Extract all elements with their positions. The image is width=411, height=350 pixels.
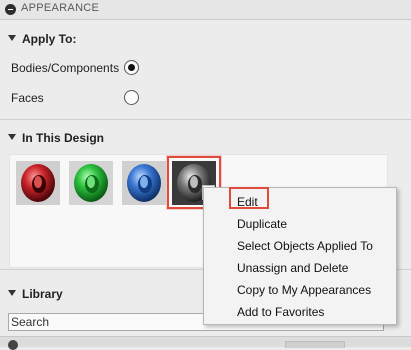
menu-item-unassign-and-delete[interactable]: Unassign and Delete	[204, 257, 396, 279]
faces-label: Faces	[11, 91, 44, 105]
appearance-title-bar[interactable]: APPEARANCE	[0, 0, 411, 20]
apply-to-label: Apply To:	[22, 32, 77, 46]
menu-item-add-to-favorites[interactable]: Add to Favorites	[204, 301, 396, 323]
expand-icon[interactable]	[8, 340, 18, 350]
menu-item-duplicate[interactable]: Duplicate	[204, 213, 396, 235]
apply-to-header[interactable]: Apply To:	[0, 28, 411, 50]
blue-appearance-swatch[interactable]	[122, 161, 166, 205]
menu-item-label: Add to Favorites	[237, 305, 325, 319]
menu-item-select-objects-applied-to[interactable]: Select Objects Applied To	[204, 235, 396, 257]
red-appearance-swatch[interactable]	[16, 161, 60, 205]
menu-item-label: Copy to My Appearances	[237, 283, 372, 297]
in-this-design-label: In This Design	[22, 131, 105, 145]
collapse-triangle-icon[interactable]	[8, 134, 16, 140]
edit-item-highlight	[229, 187, 269, 209]
menu-item-label: Duplicate	[237, 217, 288, 231]
bodies-components-radio[interactable]	[124, 60, 139, 75]
search-input[interactable]	[11, 315, 211, 329]
bottom-strip	[0, 336, 411, 350]
tab-nub[interactable]	[285, 341, 345, 348]
menu-item-label: Unassign and Delete	[237, 261, 349, 275]
collapse-triangle-icon[interactable]	[8, 290, 16, 296]
faces-radio[interactable]	[124, 90, 139, 105]
green-torus-icon	[69, 161, 113, 205]
panel-title: APPEARANCE	[21, 2, 100, 14]
bodies-components-label: Bodies/Components	[11, 61, 120, 75]
divider	[0, 119, 411, 120]
in-this-design-header[interactable]: In This Design	[0, 127, 411, 149]
collapse-triangle-icon[interactable]	[8, 35, 16, 41]
library-label: Library	[22, 287, 63, 301]
collapse-icon[interactable]	[5, 4, 16, 15]
green-appearance-swatch[interactable]	[69, 161, 113, 205]
menu-item-label: Select Objects Applied To	[237, 239, 373, 253]
red-torus-icon	[16, 161, 60, 205]
menu-item-copy-to-my-appearances[interactable]: Copy to My Appearances	[204, 279, 396, 301]
blue-torus-icon	[122, 161, 166, 205]
